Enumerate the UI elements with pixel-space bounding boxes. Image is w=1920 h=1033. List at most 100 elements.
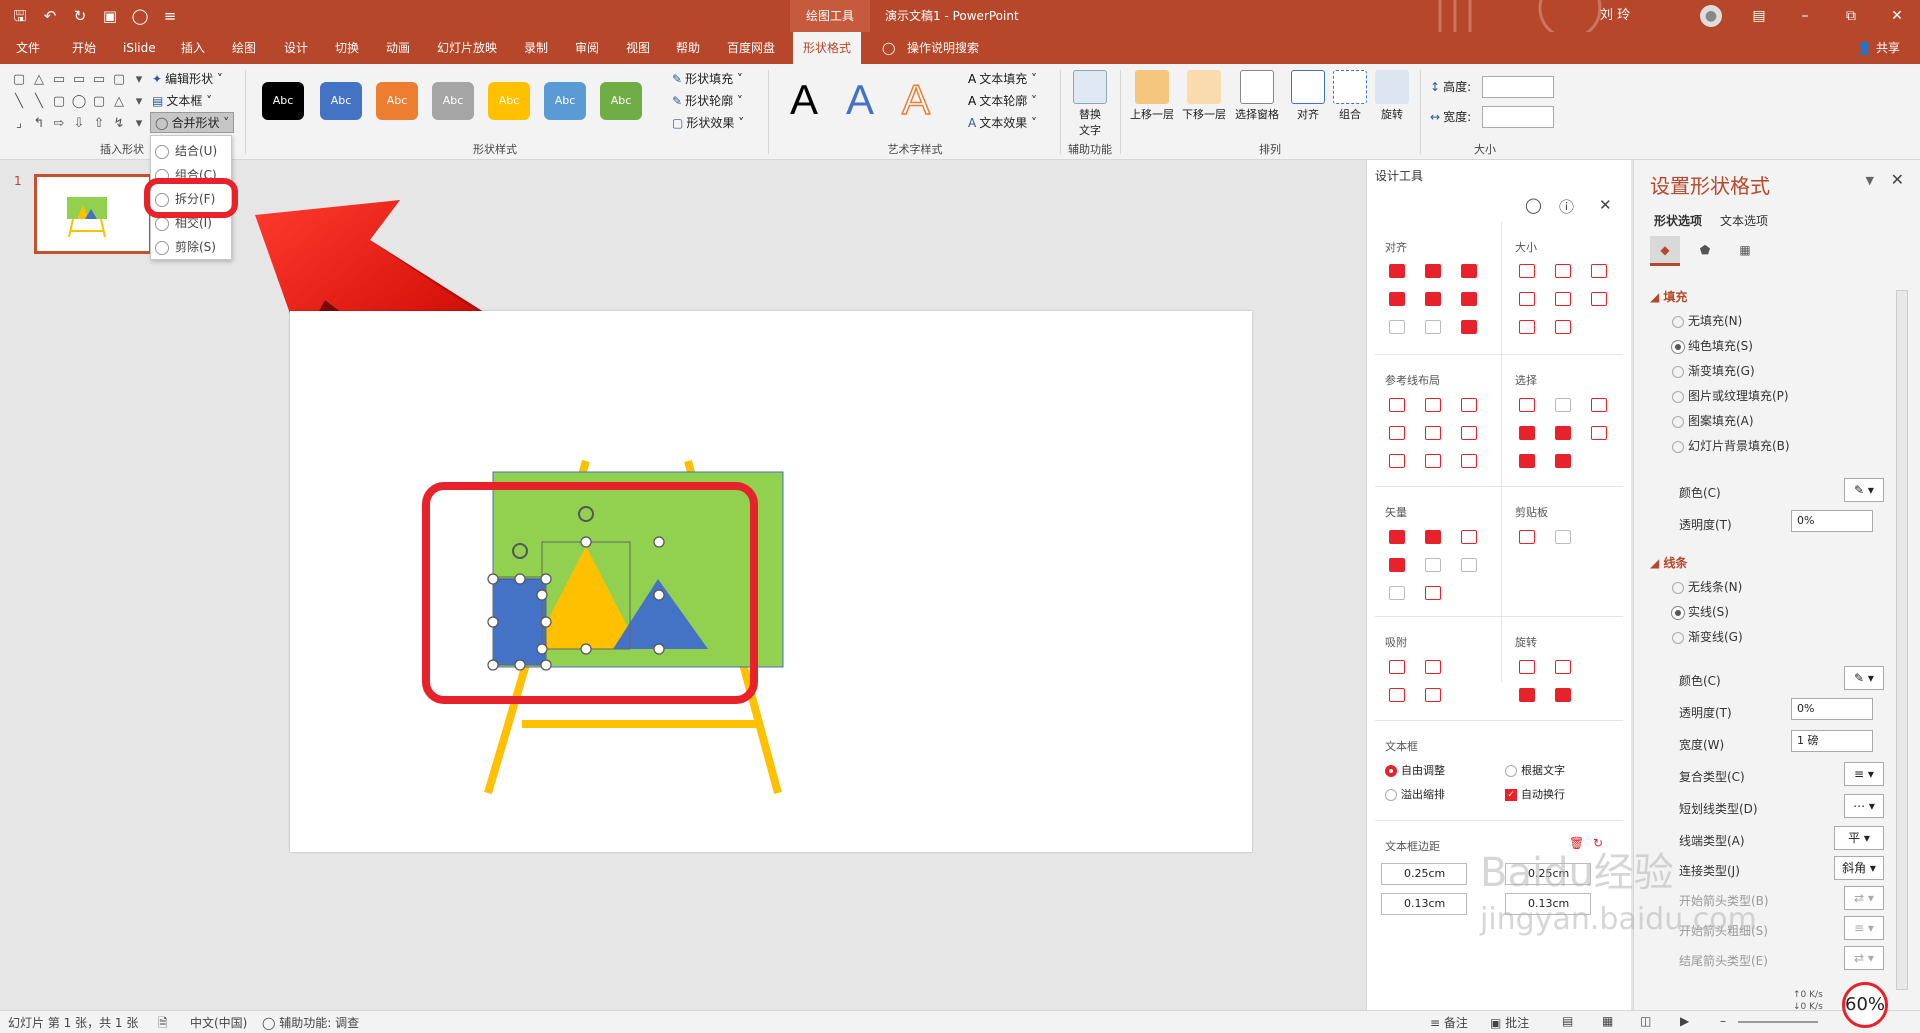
fill-option-gradient[interactable]: 渐变填充(G) [1672,362,1755,379]
select-down-icon[interactable] [1519,454,1535,468]
tab-help[interactable]: 帮助 [676,32,700,64]
ribbon-display-icon[interactable]: ▤ [1736,0,1782,32]
tab-home[interactable]: 开始 [72,32,96,64]
zoom-out-icon[interactable]: – [1720,1014,1726,1028]
close-icon[interactable]: ✕ [1599,196,1612,214]
line-section-header[interactable]: ◢ 线条 [1650,554,1687,571]
size-properties-icon[interactable]: ▦ [1730,236,1760,266]
alt-text-button[interactable]: 替换 文字 [1072,70,1108,138]
paste-icon[interactable] [1555,530,1571,544]
restore-icon[interactable]: ⧉ [1828,0,1874,32]
end-arrow-dropdown[interactable]: ⇄ ▾ [1844,946,1884,970]
redo-icon[interactable]: ↻ [68,4,92,28]
snap-bottom-icon[interactable] [1425,688,1441,702]
selection-pane-button[interactable]: 选择窗格 [1232,70,1282,122]
fill-color-picker[interactable]: ✎ ▾ [1844,478,1884,502]
shape-style-gray[interactable]: Abc [432,82,474,120]
rotate-left-icon[interactable] [1519,660,1535,674]
tab-transitions[interactable]: 切换 [335,32,359,64]
fill-line-icon[interactable]: ◆ [1650,236,1680,266]
margin-top-input[interactable]: 0.13cm [1381,893,1467,915]
vector-fragment-icon[interactable] [1461,530,1477,544]
guide-right-icon[interactable] [1461,398,1477,412]
line-color-picker[interactable]: ✎ ▾ [1844,666,1884,690]
tab-slideshow[interactable]: 幻灯片放映 [437,32,497,64]
comments-button[interactable]: ▣ 批注 [1490,1014,1529,1031]
shape-style-orange[interactable]: Abc [376,82,418,120]
user-name[interactable]: 刘 玲 [1600,0,1630,32]
same-height-icon[interactable] [1555,264,1571,278]
tell-me-search[interactable]: 操作说明搜索 [907,32,979,64]
customize-qat-icon[interactable]: ≡ [158,4,182,28]
fill-option-none[interactable]: 无填充(N) [1672,312,1742,329]
line-option-none[interactable]: 无线条(N) [1672,578,1742,595]
save-icon[interactable]: 🖫 [8,4,32,28]
minimize-icon[interactable]: – [1782,0,1828,32]
tab-shape-format[interactable]: 形状格式 [793,32,862,64]
wordart-style-outline[interactable]: A [901,75,931,124]
vector-intersect-icon[interactable] [1389,558,1405,572]
stretch-right-icon[interactable] [1555,292,1571,306]
distribute-diag-icon[interactable] [1461,320,1477,334]
format-pane-scrollbar[interactable] [1896,290,1908,990]
guide-center-icon[interactable] [1425,398,1441,412]
send-backward-button[interactable]: 下移一层 [1180,70,1228,122]
fill-section-header[interactable]: ◢ 填充 [1650,288,1687,305]
select-grey-icon[interactable] [1555,398,1571,412]
vector-shape-icon[interactable] [1425,586,1441,600]
shape-style-gold[interactable]: Abc [488,82,530,120]
guide-v-icon[interactable] [1425,454,1441,468]
tab-file[interactable]: 文件 [16,32,40,64]
guide-bottom-icon[interactable] [1461,426,1477,440]
vector-subtract-icon[interactable] [1425,558,1441,572]
slide-sorter-icon[interactable]: ▦ [1602,1014,1613,1028]
shape-outline-button[interactable]: ✎ 形状轮廓 ˅ [672,92,743,109]
flip-v-icon[interactable] [1519,688,1535,702]
tab-draw[interactable]: 绘图 [232,32,256,64]
tab-text-options[interactable]: 文本选项 [1720,212,1768,229]
rotate-button[interactable]: 旋转 [1374,70,1410,122]
flip-h-icon[interactable] [1555,688,1571,702]
copy-icon[interactable] [1519,530,1535,544]
tab-record[interactable]: 录制 [524,32,548,64]
pane-options-icon[interactable]: ▼ [1866,174,1874,187]
accessibility-status[interactable]: ◯ 辅助功能: 调查 [262,1014,359,1031]
vector-combine-icon[interactable] [1425,530,1441,544]
shape-style-green[interactable]: Abc [600,82,642,120]
zoom-level[interactable]: 60% [1842,982,1888,1028]
tab-design[interactable]: 设计 [284,32,308,64]
line-option-solid[interactable]: 实线(S) [1672,603,1729,620]
text-box-button[interactable]: ▤ 文本框 ˅ [152,92,212,109]
stretch-both-icon[interactable] [1591,292,1607,306]
shape-fill-button[interactable]: ✎ 形状填充 ˅ [672,70,743,87]
select-top-icon[interactable] [1519,426,1535,440]
begin-arrow-dropdown[interactable]: ⇄ ▾ [1844,886,1884,910]
effects-icon[interactable]: ⬟ [1690,236,1720,266]
stretch-bottom-icon[interactable] [1555,320,1571,334]
close-icon[interactable]: ✕ [1891,170,1904,189]
touch-mode-icon[interactable]: ◯ [128,4,152,28]
join-type-dropdown[interactable]: 斜角 ▾ [1834,856,1884,880]
edit-shape-button[interactable]: ✦ 编辑形状 ˅ [152,70,223,87]
stretch-top-icon[interactable] [1519,320,1535,334]
wordart-style-blue[interactable]: A [846,76,874,124]
vector-text-icon[interactable] [1389,586,1405,600]
checkbox-auto-wrap[interactable]: ✓ 自动换行 [1505,786,1565,802]
align-left-icon[interactable] [1389,264,1405,278]
tab-view[interactable]: 视图 [626,32,650,64]
language-indicator[interactable]: 中文(中国) [190,1014,247,1031]
fill-option-picture[interactable]: 图片或纹理填充(P) [1672,387,1789,404]
bring-forward-button[interactable]: 上移一层 [1128,70,1176,122]
compound-type-dropdown[interactable]: ≡ ▾ [1844,762,1884,786]
notes-button[interactable]: ≡ 备注 [1430,1014,1468,1031]
close-icon[interactable]: ✕ [1874,0,1920,32]
begin-size-dropdown[interactable]: ≡ ▾ [1844,916,1884,940]
radio-overflow[interactable]: 溢出缩排 [1385,786,1445,802]
tab-review[interactable]: 审阅 [575,32,599,64]
vector-points-icon[interactable] [1461,558,1477,572]
menu-item-subtract[interactable]: 剪除(S) [155,236,216,258]
distribute-h-icon[interactable] [1389,320,1405,334]
guide-h-icon[interactable] [1389,454,1405,468]
align-center-icon[interactable] [1425,264,1441,278]
align-right-icon[interactable] [1461,264,1477,278]
